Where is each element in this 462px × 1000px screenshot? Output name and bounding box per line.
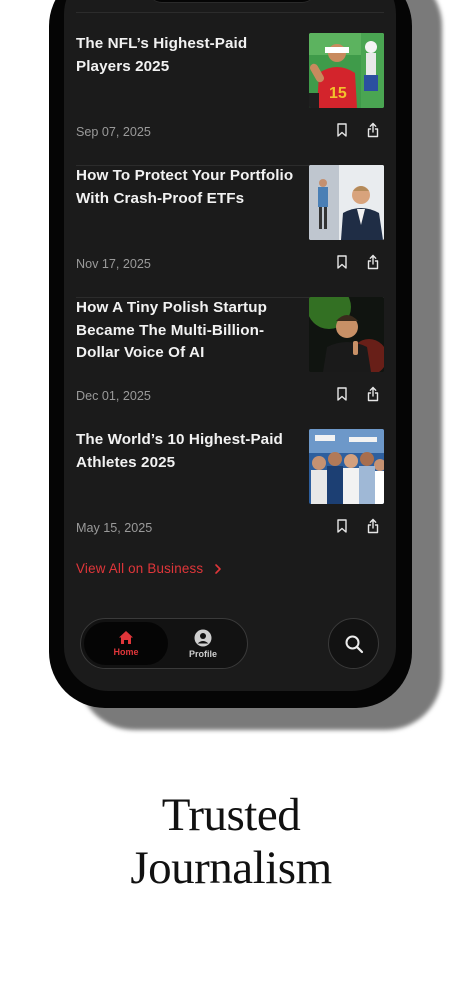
home-icon [119,631,133,644]
article-thumbnail[interactable]: 15 [309,33,384,108]
article-date: Nov 17, 2025 [76,257,151,271]
article-thumbnail[interactable] [309,429,384,504]
article-date: Sep 07, 2025 [76,125,151,139]
divider [76,12,384,13]
article-date: May 15, 2025 [76,521,153,535]
share-icon[interactable] [366,122,380,138]
share-icon[interactable] [366,254,380,270]
profile-icon [194,629,212,646]
dynamic-island [148,0,316,3]
article-card[interactable]: The World’s 10 Highest-Paid Athletes 202… [76,429,384,561]
tab-profile[interactable]: Profile [161,622,245,665]
bookmark-icon[interactable] [335,518,349,534]
bottom-tab-bar: Home Profile [80,618,248,669]
share-icon[interactable] [366,518,380,534]
speaker-green-light-photo [309,297,384,372]
search-button[interactable] [328,618,379,669]
article-date: Dec 01, 2025 [76,389,151,403]
businessmen-photo [309,165,384,240]
article-card[interactable]: How A Tiny Polish Startup Became The Mul… [76,297,384,429]
view-all-label[interactable]: View All on Business [76,561,203,576]
chevron-right-icon [215,563,222,574]
tab-home[interactable]: Home [84,622,168,665]
athletes-collage-photo [309,429,384,504]
football-player-photo: 15 [309,33,384,108]
search-icon [345,635,363,653]
tagline-line-2: Journalism [130,842,332,894]
bookmark-icon[interactable] [335,122,349,138]
article-title[interactable]: The NFL’s Highest-Paid Players 2025 [76,33,298,78]
article-thumbnail[interactable] [309,297,384,372]
article-card[interactable]: How To Protect Your Portfolio With Crash… [76,165,384,298]
svg-text:15: 15 [329,85,347,102]
article-thumbnail[interactable] [309,165,384,240]
tab-home-label: Home [113,647,139,657]
tagline-line-1: Trusted [161,789,301,841]
bookmark-icon[interactable] [335,386,349,402]
bookmark-icon[interactable] [335,254,349,270]
article-title[interactable]: The World’s 10 Highest-Paid Athletes 202… [76,429,298,474]
article-title[interactable]: How To Protect Your Portfolio With Crash… [76,165,298,210]
article-title[interactable]: How A Tiny Polish Startup Became The Mul… [76,297,298,365]
article-card[interactable]: The NFL’s Highest-Paid Players 2025 15 S… [76,33,384,166]
view-all-business-link[interactable]: View All on Business [76,561,223,576]
tab-profile-label: Profile [188,648,217,659]
share-icon[interactable] [366,386,380,402]
tagline: Trusted Journalism [0,789,462,895]
